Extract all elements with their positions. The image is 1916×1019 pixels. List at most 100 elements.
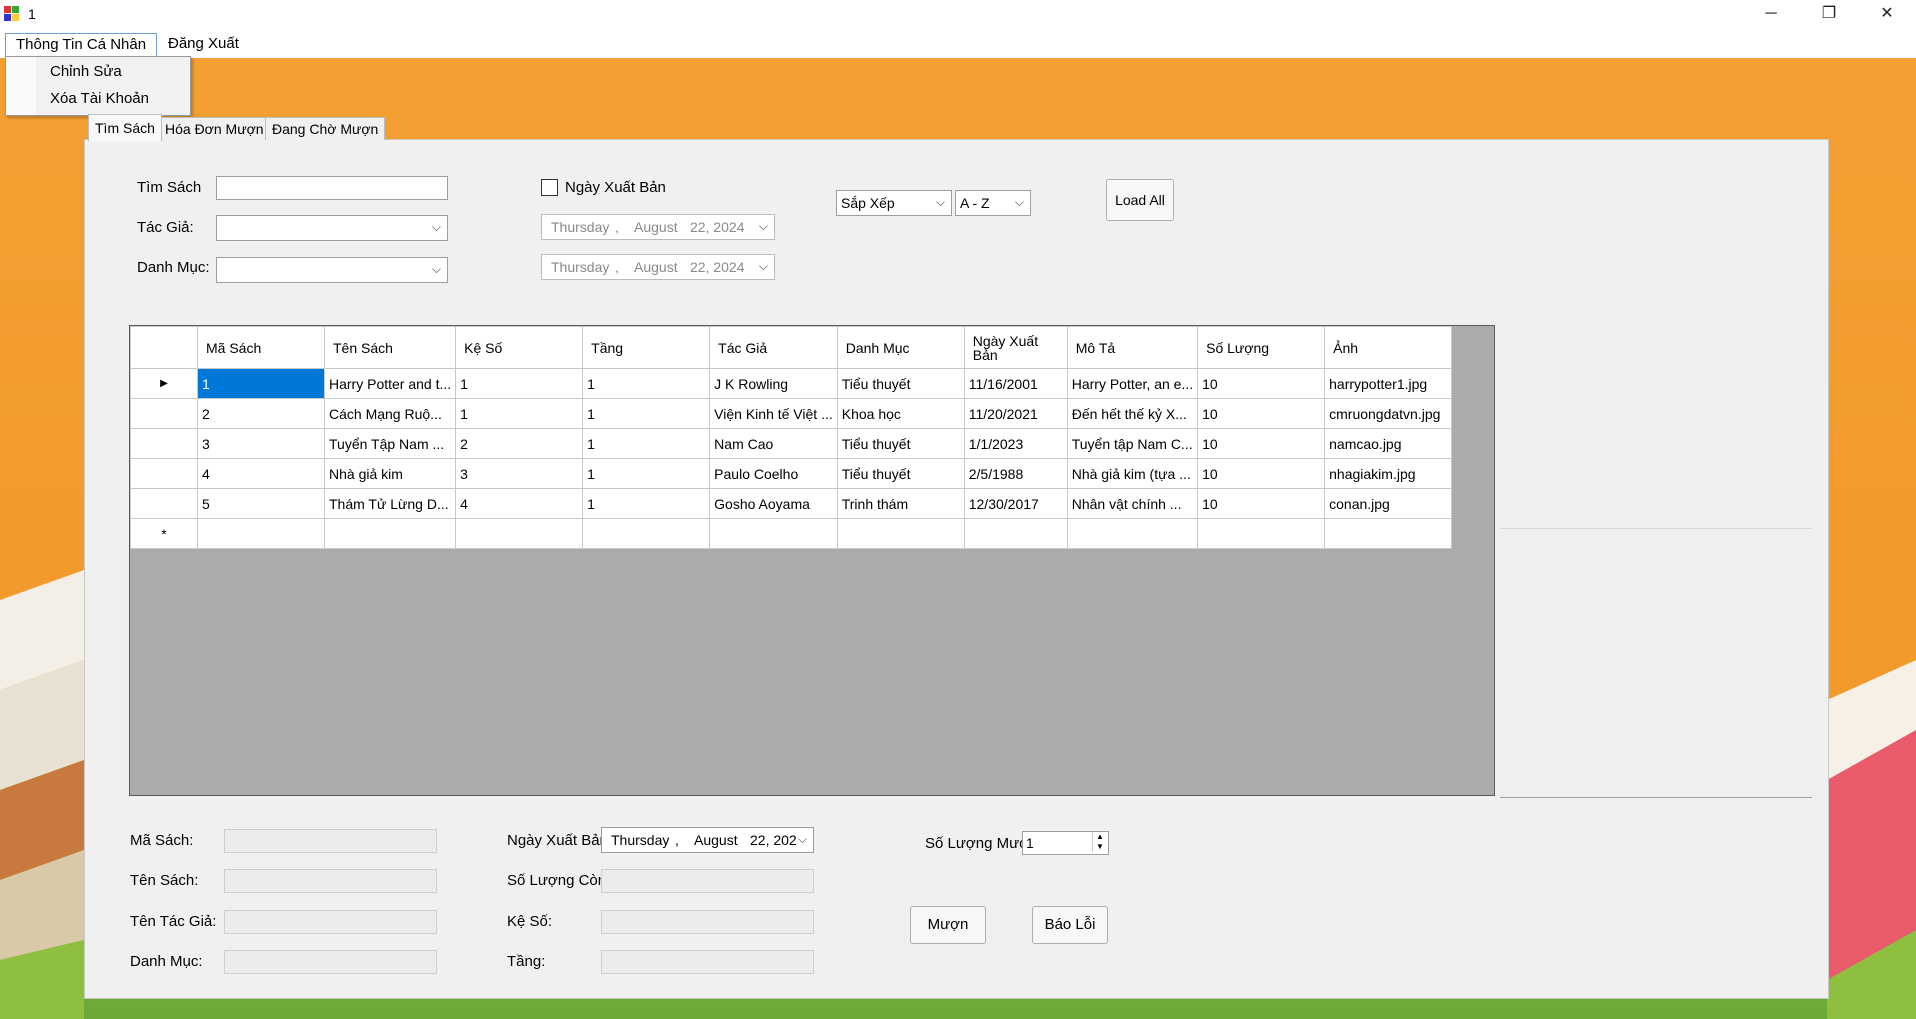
cell-category[interactable]: Trinh thám	[836, 488, 965, 519]
table-row[interactable]: 4 Nhà giả kim 3 1 Paulo Coelho Tiểu thuyết 2/5…	[130, 458, 1453, 489]
cell-author[interactable]: Gosho Aoyama	[709, 488, 838, 519]
table-row[interactable]: 3 Tuyển Tập Nam ... 2 1 Nam Cao Tiểu thuyết 1/…	[130, 428, 1453, 459]
cell-code[interactable]: 2	[197, 398, 325, 429]
cell-code[interactable]: 4	[197, 458, 325, 489]
restore-button[interactable]: ❐	[1800, 0, 1858, 30]
cell-shelf[interactable]: 4	[455, 488, 584, 519]
cell-code[interactable]: 1	[197, 368, 325, 399]
cell-code[interactable]: 5	[197, 488, 325, 519]
cell-author[interactable]: Paulo Coelho	[709, 458, 838, 489]
table-row[interactable]: ▶ 1 Harry Potter and t... 1 1 J K Rowling Tiểu…	[130, 368, 1453, 399]
cell-category[interactable]: Tiểu thuyết	[836, 368, 965, 399]
cell-description[interactable]: Tuyển tập Nam C...	[1066, 428, 1199, 459]
cell-pubdate[interactable]: 1/1/2023	[963, 428, 1068, 459]
new-row-cell[interactable]	[197, 518, 325, 549]
new-row-cell[interactable]	[709, 518, 838, 549]
cell-title[interactable]: Nhà giả kim	[323, 458, 457, 489]
col-header-shelf[interactable]: Kệ Số	[455, 326, 584, 369]
cell-image[interactable]: harrypotter1.jpg	[1324, 368, 1453, 399]
load-all-button[interactable]: Load All	[1106, 179, 1174, 221]
cell-image[interactable]: cmruongdatvn.jpg	[1324, 398, 1453, 429]
new-row[interactable]: *	[130, 518, 1453, 549]
new-row-cell[interactable]	[1197, 518, 1326, 549]
menu-item-delete-account[interactable]: Xóa Tài Khoản	[50, 90, 149, 107]
col-header-pubdate[interactable]: Ngày Xuất Bản	[963, 326, 1068, 369]
cell-image[interactable]: nhagiakim.jpg	[1324, 458, 1453, 489]
new-row-cell[interactable]	[582, 518, 711, 549]
cell-author[interactable]: Viện Kinh tế Việt ...	[709, 398, 838, 429]
tab-search-books[interactable]: Tìm Sách	[88, 114, 162, 141]
new-row-cell[interactable]	[963, 518, 1068, 549]
cell-quantity[interactable]: 10	[1197, 398, 1326, 429]
category-combo[interactable]: ⌵	[216, 257, 448, 283]
author-combo[interactable]: ⌵	[216, 215, 448, 241]
col-header-description[interactable]: Mô Tả	[1066, 326, 1199, 369]
new-row-cell[interactable]	[323, 518, 457, 549]
col-header-author[interactable]: Tác Giả	[709, 326, 838, 369]
cell-author[interactable]: Nam Cao	[709, 428, 838, 459]
col-header-title[interactable]: Tên Sách	[323, 326, 457, 369]
row-header[interactable]	[130, 428, 198, 459]
cell-pubdate[interactable]: 11/16/2001	[963, 368, 1068, 399]
detail-pubdate-picker[interactable]: Thursday , August 22, 202 ⌵	[601, 827, 814, 853]
table-row[interactable]: 2 Cách Mạng Ruộ... 1 1 Viện Kinh tế Việt ...…	[130, 398, 1453, 429]
new-row-cell[interactable]	[1324, 518, 1453, 549]
col-header-category[interactable]: Danh Mục	[836, 326, 965, 369]
borrow-button[interactable]: Mượn	[910, 906, 986, 944]
sort-combo[interactable]: Sắp Xếp ⌵	[836, 190, 952, 216]
cell-description[interactable]: Đến hết thế kỷ X...	[1066, 398, 1199, 429]
cell-shelf[interactable]: 1	[455, 368, 584, 399]
books-grid[interactable]: Mã Sách Tên Sách Kệ Số Tầng Tác Giả Danh…	[129, 325, 1495, 796]
row-header[interactable]	[130, 458, 198, 489]
new-row-cell[interactable]	[455, 518, 584, 549]
cell-quantity[interactable]: 10	[1197, 458, 1326, 489]
menu-item-edit[interactable]: Chỉnh Sửa	[50, 63, 122, 80]
date-to-picker[interactable]: Thursday , August 22, 2024 ⌵	[541, 254, 775, 280]
cell-category[interactable]: Khoa học	[836, 398, 965, 429]
table-row[interactable]: 5 Thám Tử Lừng D... 4 1 Gosho Aoyama Trinh th…	[130, 488, 1453, 519]
cell-description[interactable]: Harry Potter, an e...	[1066, 368, 1199, 399]
minimize-button[interactable]: ─	[1742, 0, 1800, 30]
new-row-cell[interactable]	[836, 518, 965, 549]
cell-image[interactable]: namcao.jpg	[1324, 428, 1453, 459]
cell-quantity[interactable]: 10	[1197, 488, 1326, 519]
menu-logout[interactable]: Đăng Xuất	[158, 33, 249, 55]
col-header-quantity[interactable]: Số Lượng	[1197, 326, 1326, 369]
new-row-cell[interactable]	[1066, 518, 1199, 549]
row-header[interactable]	[130, 398, 198, 429]
cell-quantity[interactable]: 10	[1197, 368, 1326, 399]
col-header-image[interactable]: Ảnh	[1324, 326, 1453, 369]
cell-author[interactable]: J K Rowling	[709, 368, 838, 399]
tab-borrow-invoices[interactable]: Hóa Đơn Mượn	[158, 117, 271, 140]
cell-shelf[interactable]: 2	[455, 428, 584, 459]
order-combo[interactable]: A - Z ⌵	[955, 190, 1031, 216]
cell-pubdate[interactable]: 12/30/2017	[963, 488, 1068, 519]
col-header-floor[interactable]: Tầng	[582, 326, 711, 369]
cell-floor[interactable]: 1	[582, 428, 711, 459]
new-row-header[interactable]: *	[130, 518, 198, 549]
cell-category[interactable]: Tiểu thuyết	[836, 428, 965, 459]
report-error-button[interactable]: Báo Lỗi	[1032, 906, 1108, 944]
cell-image[interactable]: conan.jpg	[1324, 488, 1453, 519]
cell-pubdate[interactable]: 11/20/2021	[963, 398, 1068, 429]
cell-shelf[interactable]: 1	[455, 398, 584, 429]
close-button[interactable]: ✕	[1858, 0, 1916, 30]
col-header-code[interactable]: Mã Sách	[197, 326, 325, 369]
tab-pending-borrows[interactable]: Đang Chờ Mượn	[265, 117, 386, 140]
cell-floor[interactable]: 1	[582, 368, 711, 399]
borrow-qty-stepper[interactable]: 1 ▲ ▼	[1022, 831, 1109, 855]
row-header[interactable]: ▶	[130, 368, 198, 399]
cell-title[interactable]: Harry Potter and t...	[323, 368, 457, 399]
cell-title[interactable]: Cách Mạng Ruộ...	[323, 398, 457, 429]
cell-floor[interactable]: 1	[582, 398, 711, 429]
date-from-picker[interactable]: Thursday , August 22, 2024 ⌵	[541, 214, 775, 240]
menu-personal-info[interactable]: Thông Tin Cá Nhân	[5, 33, 158, 57]
cell-pubdate[interactable]: 2/5/1988	[963, 458, 1068, 489]
cell-floor[interactable]: 1	[582, 458, 711, 489]
row-header[interactable]	[130, 488, 198, 519]
cell-category[interactable]: Tiểu thuyết	[836, 458, 965, 489]
cell-shelf[interactable]: 3	[455, 458, 584, 489]
search-book-input[interactable]	[216, 176, 448, 200]
cell-quantity[interactable]: 10	[1197, 428, 1326, 459]
spin-arrows-icon[interactable]: ▲ ▼	[1092, 832, 1107, 852]
